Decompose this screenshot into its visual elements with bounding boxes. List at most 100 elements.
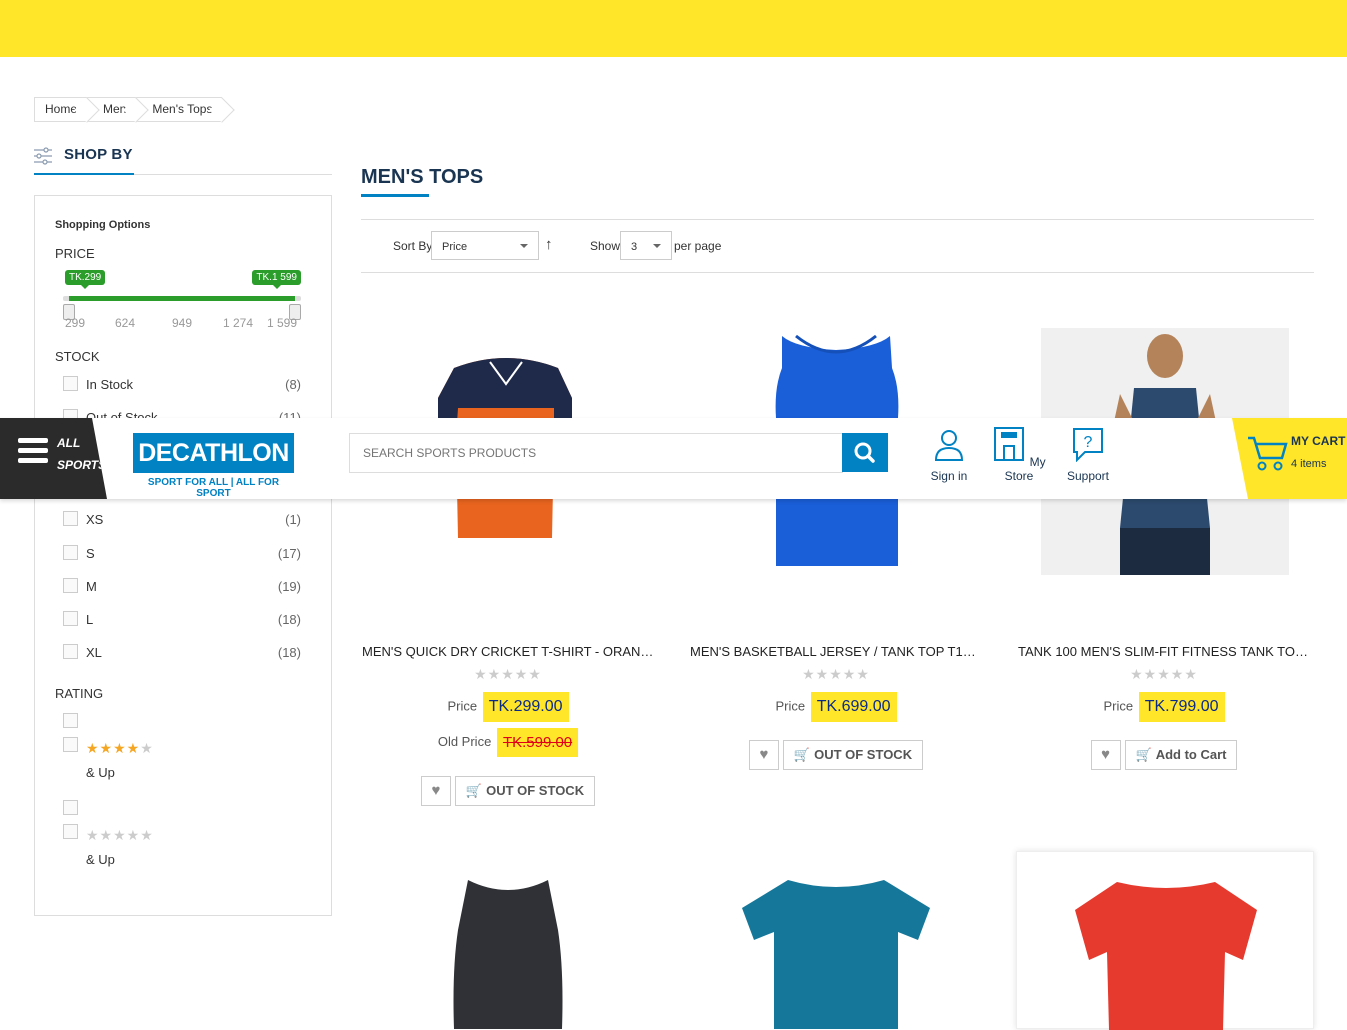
cart-title: MY CART	[1291, 434, 1346, 448]
support-link[interactable]: ? Support	[1058, 426, 1118, 483]
search-input[interactable]	[349, 433, 843, 473]
shop-by-header: SHOP BY	[34, 142, 332, 175]
support-label: Support	[1066, 469, 1110, 483]
logo-tagline: SPORT FOR ALL | ALL FOR SPORT	[147, 477, 280, 499]
price-max-tag: TK.1 599	[252, 270, 301, 289]
price-tick: 299	[65, 316, 86, 330]
option-label: In Stock	[86, 377, 133, 392]
product-image[interactable]	[686, 870, 986, 1029]
chevron-down-icon	[653, 244, 661, 252]
sort-select-value: Price	[442, 241, 468, 253]
cart-icon: 🛒	[465, 783, 483, 798]
sign-in-link[interactable]: Sign in	[919, 426, 979, 483]
stock-filter-label: STOCK	[55, 349, 100, 364]
hamburger-icon	[18, 438, 48, 464]
product-actions: ♥ 🛒 OUT OF STOCK	[686, 740, 986, 770]
product-name[interactable]: TANK 100 MEN'S SLIM-FIT FITNESS TANK TOP…	[1014, 644, 1314, 659]
add-to-cart-button[interactable]: 🛒 Add to Cart	[1124, 740, 1238, 770]
product-image[interactable]	[1017, 870, 1315, 1030]
heart-icon[interactable]: ♥	[1090, 740, 1121, 770]
checkbox[interactable]	[63, 545, 78, 560]
option-label: XS	[86, 512, 104, 527]
user-icon	[934, 430, 964, 461]
heart-icon[interactable]: ♥	[748, 740, 779, 770]
price-tick: 949	[172, 316, 193, 330]
rating-suffix: & Up	[86, 852, 115, 867]
checkbox[interactable]	[63, 644, 78, 659]
cart-icon: 🛒	[793, 747, 811, 762]
checkbox[interactable]	[63, 737, 78, 752]
my-store-link[interactable]: My Store	[989, 426, 1049, 483]
size-option-m[interactable]: M (19)	[63, 578, 301, 598]
size-option-xl[interactable]: XL (18)	[63, 644, 301, 664]
product-name[interactable]: MEN'S BASKETBALL JERSEY / TANK TOP T100 …	[686, 644, 986, 659]
all-sports-label: SPORTS	[57, 458, 107, 472]
rating-option-4-up[interactable]: ★★★★★ & Up	[63, 713, 301, 783]
product-card: MEN'S QUICK DRY CRICKET T-SHIRT - ORANGE…	[358, 328, 658, 808]
rating-stars-0: ★★★★★	[86, 827, 154, 843]
checkbox[interactable]	[63, 800, 78, 815]
stock-option-in-stock[interactable]: In Stock (8)	[63, 376, 301, 396]
support-question-icon: ?	[1073, 428, 1103, 463]
product-image[interactable]	[358, 870, 658, 1029]
price-value: TK.799.00	[1138, 692, 1225, 722]
breadcrumb-current: Men's Tops	[136, 97, 223, 122]
top-banner	[0, 0, 1347, 57]
action-label: Add to Cart	[1155, 747, 1227, 762]
price-value: TK.699.00	[810, 692, 897, 722]
old-price-label: Old Price	[437, 733, 492, 749]
cart-icon	[1248, 436, 1288, 471]
checkbox[interactable]	[63, 611, 78, 626]
product-actions: ♥ 🛒 Add to Cart	[1014, 740, 1314, 770]
product-card: MEN'S BASKETBALL JERSEY / TANK TOP T100 …	[686, 328, 986, 778]
option-count: (18)	[277, 645, 301, 660]
out-of-stock-button[interactable]: 🛒 OUT OF STOCK	[454, 776, 596, 806]
decathlon-logo[interactable]: DECATHLON	[133, 433, 294, 473]
page-title: MEN'S TOPS	[361, 166, 484, 188]
product-actions: ♥ 🛒 OUT OF STOCK	[358, 776, 658, 806]
checkbox[interactable]	[63, 824, 78, 839]
limiter-select-value: 3	[631, 241, 638, 253]
limiter-select[interactable]: 3	[620, 231, 672, 260]
price-tick: 624	[115, 316, 136, 330]
product-old-price: Old Price TK.599.00	[358, 728, 658, 757]
product-rating: ★★★★★	[1130, 666, 1198, 682]
checkbox[interactable]	[63, 713, 78, 728]
price-ticks: 299 624 949 1 274 1 599	[63, 316, 301, 330]
toolbar-divider	[361, 219, 1314, 220]
product-rating: ★★★★★	[474, 666, 542, 682]
option-label: L	[86, 612, 94, 627]
option-count: (17)	[277, 546, 301, 561]
all-sports-label: ALL	[57, 436, 81, 450]
product-name[interactable]: MEN'S QUICK DRY CRICKET T-SHIRT - ORANGE…	[358, 644, 658, 659]
all-sports-menu[interactable]: ALL SPORTS	[0, 418, 107, 499]
my-cart[interactable]: MY CART 4 items	[1232, 418, 1347, 499]
checkbox[interactable]	[63, 578, 78, 593]
heart-icon[interactable]: ♥	[420, 776, 451, 806]
out-of-stock-button[interactable]: 🛒 OUT OF STOCK	[782, 740, 924, 770]
option-label: XL	[86, 645, 102, 660]
sort-select[interactable]: Price	[431, 231, 539, 260]
shop-by-title: SHOP BY	[64, 146, 133, 163]
title-underline	[361, 194, 429, 197]
search-icon	[854, 442, 875, 463]
rating-stars-4: ★★★★★	[86, 740, 154, 756]
sort-direction-icon[interactable]: ↑	[545, 236, 553, 253]
toolbar-divider	[361, 272, 1314, 273]
breadcrumb-home[interactable]: Home	[34, 97, 88, 122]
size-option-s[interactable]: S (17)	[63, 545, 301, 565]
checkbox[interactable]	[63, 511, 78, 526]
product-price: Price TK.799.00	[1014, 692, 1314, 722]
rating-filter-label: RATING	[55, 686, 104, 701]
checkbox[interactable]	[63, 376, 78, 391]
search-button[interactable]	[842, 433, 888, 472]
size-option-xs[interactable]: XS (1)	[63, 511, 301, 531]
filter-panel: Shopping Options PRICE TK.299 TK.1 599 2…	[34, 195, 332, 916]
price-slider[interactable]: TK.299 TK.1 599 299 624 949 1 274 1 599	[63, 270, 301, 330]
price-label: Price	[1103, 698, 1134, 714]
product-price: Price TK.699.00	[686, 692, 986, 722]
price-tick: 1 599	[267, 316, 298, 330]
size-option-l[interactable]: L (18)	[63, 611, 301, 631]
rating-option-0-up[interactable]: ★★★★★ & Up	[63, 800, 301, 870]
shopping-options-heading: Shopping Options	[55, 219, 151, 231]
